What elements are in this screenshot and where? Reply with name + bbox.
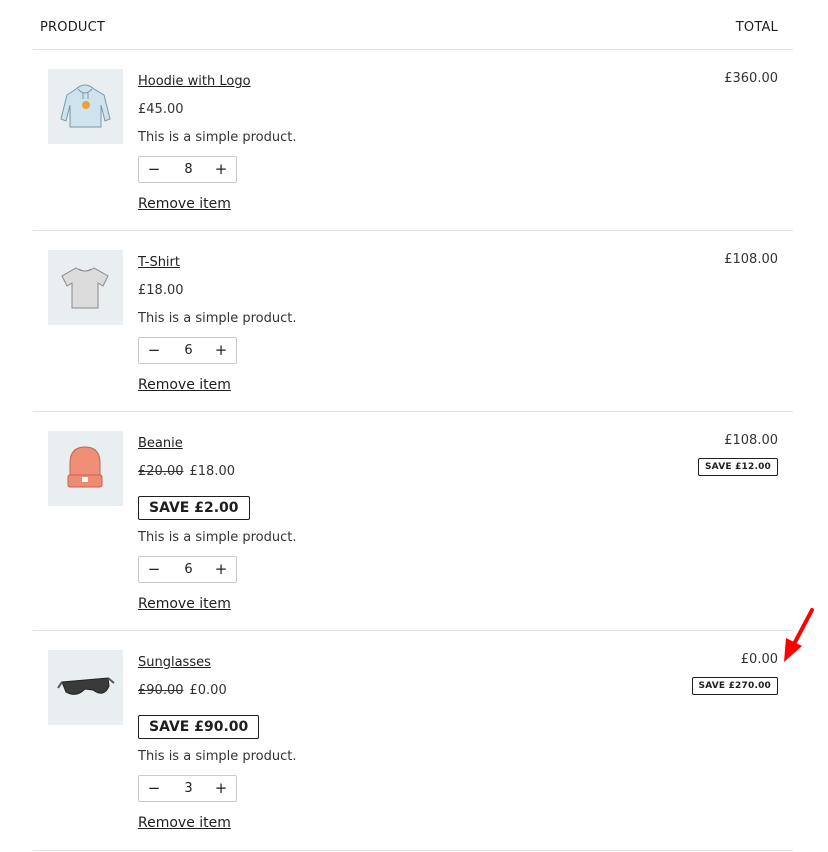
product-name-link[interactable]: Hoodie with Logo [138,73,251,90]
quantity-decrease-button[interactable]: − [139,157,169,182]
hoodie-icon [60,84,111,128]
quantity-input[interactable]: 8 [169,157,208,182]
quantity-increase-button[interactable]: + [206,776,236,801]
quantity-decrease-button[interactable]: − [139,776,169,801]
cart-item-row: T-Shirt £18.00 This is a simple product.… [33,231,793,412]
cart-item-row: Sunglasses £90.00 £0.00 SAVE £90.00 This … [33,631,793,851]
remove-item-link[interactable]: Remove item [138,376,231,394]
cart-item-row: Hoodie with Logo £45.00 This is a simple… [33,50,793,231]
product-name-link[interactable]: Beanie [138,435,183,452]
line-total: £360.00 [724,71,778,86]
product-price: £45.00 [138,101,588,118]
product-price: £90.00 £0.00 [138,682,588,699]
price-original: £20.00 [138,464,184,479]
quantity-decrease-button[interactable]: − [139,338,169,363]
product-price: £20.00 £18.00 [138,463,588,480]
product-thumbnail[interactable] [48,69,123,144]
quantity-input[interactable]: 6 [169,557,208,582]
line-savings-badge: SAVE £270.00 [691,677,778,695]
remove-item-link[interactable]: Remove item [138,814,231,832]
quantity-input[interactable]: 3 [169,776,208,801]
product-price: £18.00 [138,282,588,299]
quantity-stepper: − 6 + [138,556,237,583]
price-current: £0.00 [189,683,227,698]
line-total: £108.00 [724,252,778,267]
product-description: This is a simple product. [138,749,297,764]
quantity-decrease-button[interactable]: − [139,557,169,582]
column-header-product: PRODUCT [40,20,106,35]
tshirt-icon [61,267,109,309]
column-header-total: TOTAL [735,20,778,35]
product-name-link[interactable]: T-Shirt [138,254,180,271]
line-total: £108.00 [724,433,778,448]
beanie-icon [67,446,103,488]
quantity-input[interactable]: 6 [169,338,208,363]
sale-savings-badge: SAVE £2.00 [138,496,250,520]
product-thumbnail[interactable] [48,431,123,506]
product-thumbnail[interactable] [48,650,123,725]
product-description: This is a simple product. [138,311,297,326]
cart-header: PRODUCT TOTAL [33,0,793,50]
quantity-stepper: − 3 + [138,775,237,802]
red-arrow-icon [784,608,814,662]
remove-item-link[interactable]: Remove item [138,195,231,213]
quantity-stepper: − 6 + [138,337,237,364]
remove-item-link[interactable]: Remove item [138,595,231,613]
product-name-link[interactable]: Sunglasses [138,654,211,671]
quantity-stepper: − 8 + [138,156,237,183]
product-description: This is a simple product. [138,530,297,545]
cart-table: PRODUCT TOTAL Hoodie with Logo £45.00 Th… [33,0,793,851]
price-current: £45.00 [138,102,184,117]
product-thumbnail[interactable] [48,250,123,325]
quantity-increase-button[interactable]: + [206,338,236,363]
cart-item-row: Beanie £20.00 £18.00 SAVE £2.00 This is a… [33,412,793,631]
quantity-increase-button[interactable]: + [206,157,236,182]
line-savings-badge: SAVE £12.00 [697,458,778,476]
sunglasses-icon [57,677,115,695]
price-current: £18.00 [189,464,236,479]
quantity-increase-button[interactable]: + [206,557,236,582]
price-original: £90.00 [138,683,184,698]
line-total: £0.00 [740,652,778,667]
price-current: £18.00 [138,283,184,298]
sale-savings-badge: SAVE £90.00 [138,715,260,739]
product-description: This is a simple product. [138,130,297,145]
